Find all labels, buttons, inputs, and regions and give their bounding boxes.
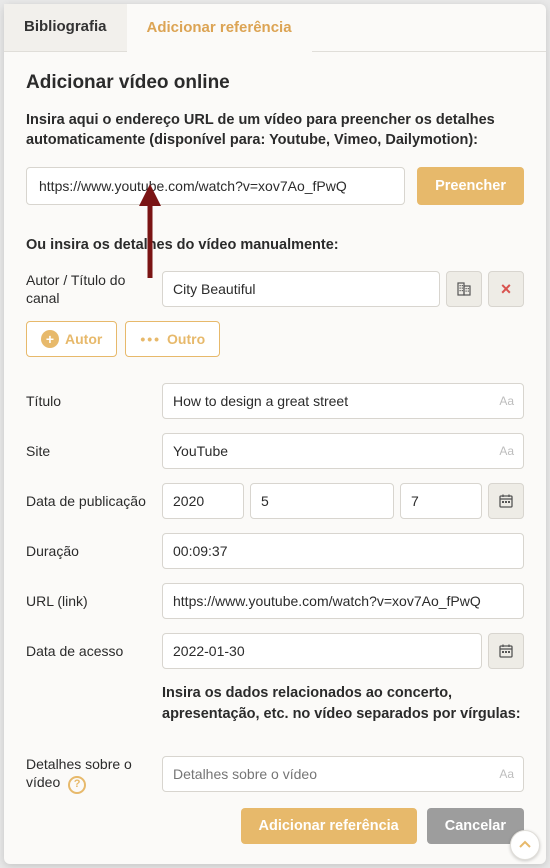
access-date-input[interactable] xyxy=(162,633,482,669)
manual-instruction: Ou insira os detalhes do vídeo manualmen… xyxy=(26,235,524,255)
page-title: Adicionar vídeo online xyxy=(26,72,524,94)
tab-bar: Bibliografia Adicionar referência xyxy=(4,4,546,52)
title-input[interactable] xyxy=(162,383,524,419)
tab-add-reference[interactable]: Adicionar referência xyxy=(127,5,312,52)
label-details: Detalhes sobre o vídeo ? xyxy=(26,755,152,793)
other-label: Outro xyxy=(167,331,205,347)
row-concert-msg: Insira os dados relacionados ao concerto… xyxy=(26,683,524,741)
scroll-top-button[interactable] xyxy=(510,830,540,860)
content-area: Adicionar vídeo online Insira aqui o end… xyxy=(4,52,546,864)
add-author-label: Autor xyxy=(65,331,102,347)
calendar-icon xyxy=(498,493,514,509)
row-duration: Duração xyxy=(26,533,524,569)
label-access-date: Data de acesso xyxy=(26,642,152,660)
details-input[interactable] xyxy=(162,756,524,792)
dots-icon: ••• xyxy=(140,331,161,347)
building-icon xyxy=(456,281,472,297)
plus-icon: + xyxy=(41,330,59,348)
author-buttons: + Autor ••• Outro xyxy=(26,321,524,357)
dialog: Bibliografia Adicionar referência Adicio… xyxy=(4,4,546,864)
url-input[interactable] xyxy=(162,583,524,619)
pub-date-picker-button[interactable] xyxy=(488,483,524,519)
label-title: Título xyxy=(26,392,152,410)
row-access-date: Data de acesso xyxy=(26,633,524,669)
tab-bibliography[interactable]: Bibliografia xyxy=(4,4,127,51)
chevron-up-icon xyxy=(518,838,532,852)
row-author: Autor / Título do canal × xyxy=(26,271,524,307)
close-icon: × xyxy=(501,279,512,300)
url-instruction: Insira aqui o endereço URL de um vídeo p… xyxy=(26,110,524,151)
concert-instruction: Insira os dados relacionados ao concerto… xyxy=(162,683,524,725)
pub-year-input[interactable] xyxy=(162,483,244,519)
add-author-button[interactable]: + Autor xyxy=(26,321,117,357)
remove-author-button[interactable]: × xyxy=(488,271,524,307)
fill-button[interactable]: Preencher xyxy=(417,167,524,205)
row-title: Título Aa xyxy=(26,383,524,419)
pub-month-input[interactable] xyxy=(250,483,394,519)
submit-button[interactable]: Adicionar referência xyxy=(241,808,417,844)
author-input[interactable] xyxy=(162,271,440,307)
cancel-button[interactable]: Cancelar xyxy=(427,808,524,844)
help-icon[interactable]: ? xyxy=(68,776,86,794)
row-site: Site Aa xyxy=(26,433,524,469)
access-date-picker-button[interactable] xyxy=(488,633,524,669)
row-details: Detalhes sobre o vídeo ? Aa xyxy=(26,755,524,793)
video-url-input[interactable] xyxy=(26,167,405,205)
other-button[interactable]: ••• Outro xyxy=(125,321,220,357)
site-input[interactable] xyxy=(162,433,524,469)
label-duration: Duração xyxy=(26,542,152,560)
org-author-button[interactable] xyxy=(446,271,482,307)
label-url: URL (link) xyxy=(26,592,152,610)
duration-input[interactable] xyxy=(162,533,524,569)
label-site: Site xyxy=(26,442,152,460)
url-row: Preencher xyxy=(26,167,524,205)
label-pub-date: Data de publicação xyxy=(26,492,152,510)
pub-day-input[interactable] xyxy=(400,483,482,519)
calendar-icon xyxy=(498,643,514,659)
label-author: Autor / Título do canal xyxy=(26,271,152,307)
row-pub-date: Data de publicação xyxy=(26,483,524,519)
dialog-footer: Adicionar referência Cancelar xyxy=(26,808,524,844)
row-url: URL (link) xyxy=(26,583,524,619)
